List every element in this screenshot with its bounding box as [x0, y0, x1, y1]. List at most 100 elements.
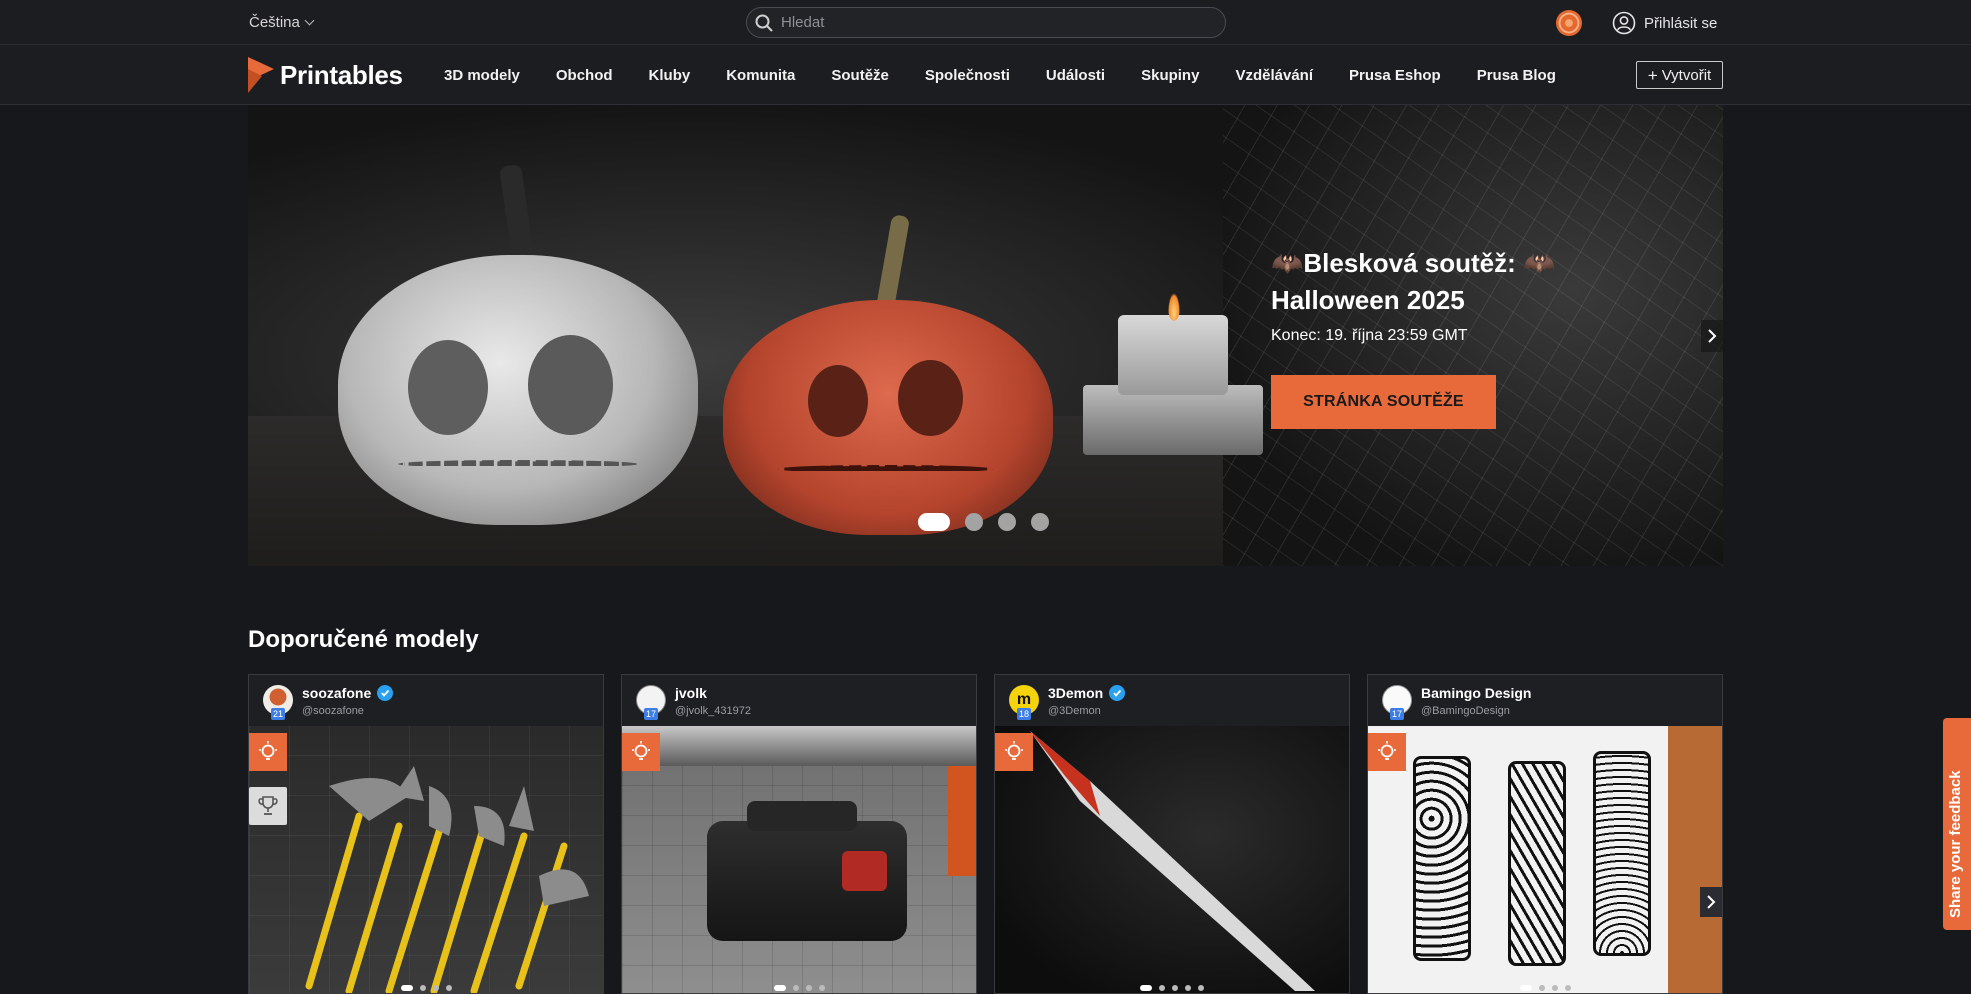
blade-model-illustration [1030, 731, 1315, 991]
pumpkin-mouth [398, 460, 638, 468]
level-badge: 17 [1390, 708, 1405, 720]
model-image [249, 726, 603, 993]
model-cards: 21 soozafone @soozafone 17 jvolk @jvolk_… [248, 674, 1723, 994]
card-header: 17 Bamingo Design @BamingoDesign [1368, 675, 1722, 726]
level-badge: 17 [644, 708, 659, 720]
nav-item-prusa-eshop[interactable]: Prusa Eshop [1349, 67, 1441, 84]
card-header: 17 jvolk @jvolk_431972 [622, 675, 976, 726]
search-icon [755, 14, 773, 32]
nav-item-events[interactable]: Události [1046, 67, 1105, 84]
candle-stand-image [1083, 385, 1263, 455]
carousel-dot-4[interactable] [1031, 513, 1049, 531]
pumpkin-mouth [778, 465, 993, 473]
search-input[interactable] [781, 14, 1201, 31]
contest-page-button[interactable]: STRÁNKA SOUTĚŽE [1271, 375, 1496, 429]
language-selector[interactable]: Čeština [249, 14, 315, 31]
model-card[interactable]: 21 soozafone @soozafone [248, 674, 604, 994]
nav-item-companies[interactable]: Společnosti [925, 67, 1010, 84]
nav-menu: 3D modely Obchod Kluby Komunita Soutěže … [444, 45, 1592, 105]
username-text: 3Demon [1048, 685, 1104, 701]
hero-banner[interactable]: 🦇Blesková soutěž: 🦇 Halloween 2025 Konec… [248, 105, 1723, 566]
model-card[interactable]: m 18 3Demon @3Demon [994, 674, 1350, 994]
chevron-right-icon [1707, 895, 1716, 909]
username-text: soozafone [302, 685, 372, 701]
nav-item-prusa-blog[interactable]: Prusa Blog [1477, 67, 1556, 84]
chevron-down-icon [304, 15, 315, 26]
main-navbar: Printables 3D modely Obchod Kluby Komuni… [0, 45, 1971, 105]
nav-item-groups[interactable]: Skupiny [1141, 67, 1199, 84]
username[interactable]: jvolk [675, 685, 707, 701]
candle-image [1118, 315, 1228, 395]
model-card[interactable]: 17 jvolk @jvolk_431972 [621, 674, 977, 994]
lightbulb-icon [622, 733, 660, 771]
image-dots [249, 985, 603, 991]
card-header: 21 soozafone @soozafone [249, 675, 603, 726]
model-card[interactable]: 17 Bamingo Design @BamingoDesign [1367, 674, 1723, 994]
user-handle: @BamingoDesign [1421, 705, 1510, 717]
trophy-icon [249, 787, 287, 825]
nav-item-contests[interactable]: Soutěže [831, 67, 889, 84]
carousel-dot-1[interactable] [918, 513, 950, 531]
model-image [1368, 726, 1722, 993]
logo-text: Printables [280, 59, 403, 90]
nav-item-community[interactable]: Komunita [726, 67, 795, 84]
pumpkin-eye [898, 360, 963, 436]
prusa-badge-icon[interactable] [1556, 10, 1582, 36]
username[interactable]: soozafone [302, 685, 394, 701]
printer-side [948, 766, 976, 876]
level-badge: 21 [271, 708, 286, 720]
white-pumpkin-image [338, 255, 698, 525]
carousel-dots [918, 513, 1049, 531]
bookmark-1 [1413, 756, 1471, 961]
printables-logo[interactable]: Printables [248, 57, 403, 93]
lightbulb-icon [1368, 733, 1406, 771]
user-handle: @soozafone [302, 705, 364, 717]
battery-adapter-model [707, 801, 907, 941]
hero-subtitle: Konec: 19. října 23:59 GMT [1271, 327, 1468, 344]
pumpkin-eye [528, 335, 613, 435]
weapons-model-illustration [305, 766, 589, 993]
hero-title-line1: 🦇Blesková soutěž: 🦇 [1271, 248, 1556, 278]
model-image [622, 726, 976, 993]
card-header: m 18 3Demon @3Demon [995, 675, 1349, 726]
nav-item-3d-models[interactable]: 3D modely [444, 67, 520, 84]
username[interactable]: Bamingo Design [1421, 685, 1531, 701]
nav-item-education[interactable]: Vzdělávání [1235, 67, 1313, 84]
search-box[interactable] [746, 7, 1226, 38]
carousel-dot-2[interactable] [965, 513, 983, 531]
user-handle: @jvolk_431972 [675, 705, 751, 717]
nav-item-clubs[interactable]: Kluby [649, 67, 691, 84]
feedback-tab[interactable]: Share your feedback [1943, 718, 1971, 930]
nav-item-shop[interactable]: Obchod [556, 67, 613, 84]
lightbulb-icon [249, 733, 287, 771]
create-button[interactable]: + Vytvořit [1636, 61, 1723, 89]
hero-text-block: 🦇Blesková soutěž: 🦇 Halloween 2025 Konec… [1271, 245, 1691, 429]
cards-next-button[interactable] [1700, 887, 1722, 917]
model-image [995, 726, 1349, 993]
image-dots [1368, 985, 1722, 991]
image-dots [622, 985, 976, 991]
candle-flame [1168, 293, 1180, 321]
username-text: Bamingo Design [1421, 685, 1532, 701]
pumpkin-eye [808, 365, 868, 437]
create-label: Vytvořit [1661, 66, 1712, 84]
printer-frame [622, 726, 976, 766]
carousel-dot-3[interactable] [998, 513, 1016, 531]
username-text: jvolk [675, 685, 707, 701]
plus-icon: + [1647, 65, 1658, 85]
hero-next-button[interactable] [1701, 320, 1723, 352]
verified-icon [377, 685, 394, 701]
chevron-right-icon [1708, 329, 1717, 343]
pumpkin-eye [408, 340, 488, 435]
bookmark-3 [1593, 751, 1651, 956]
login-label: Přihlásit se [1644, 14, 1718, 32]
image-dots [995, 985, 1349, 991]
level-badge: 18 [1017, 708, 1032, 720]
section-title: Doporučené modely [248, 626, 479, 653]
login-button[interactable]: Přihlásit se [1612, 10, 1717, 36]
printables-logo-icon [248, 57, 274, 93]
username[interactable]: 3Demon [1048, 685, 1126, 701]
red-pumpkin-image [723, 300, 1053, 535]
feedback-label: Share your feedback [1947, 770, 1964, 918]
user-handle: @3Demon [1048, 705, 1101, 717]
